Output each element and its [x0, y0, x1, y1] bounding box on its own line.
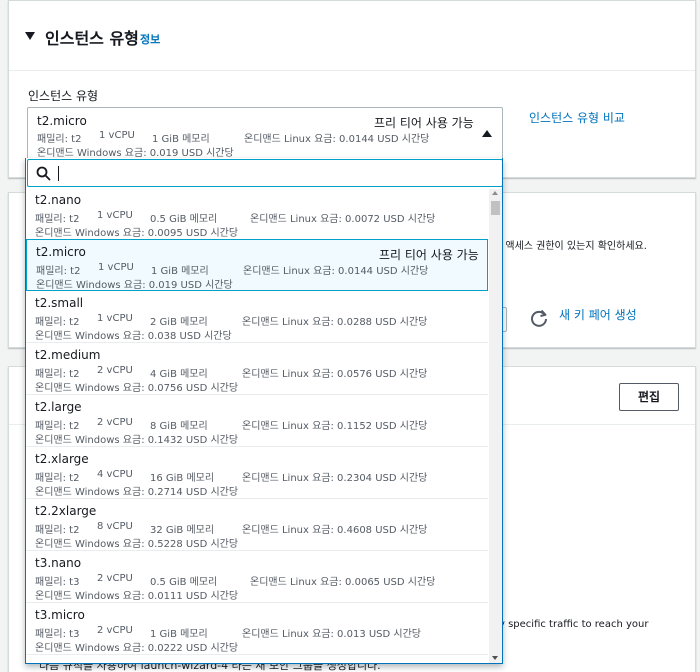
- option-family: 패밀리: t3: [35, 577, 80, 588]
- text-cursor: [58, 166, 59, 181]
- option-name: t2.2xlarge: [35, 504, 97, 518]
- search-icon: [36, 166, 51, 181]
- refresh-icon[interactable]: [528, 307, 550, 329]
- option-name: t2.micro: [36, 245, 86, 259]
- option-linux-price: 온디맨드 Linux 요금: 0.0288 USD 시간당: [242, 317, 428, 328]
- info-link[interactable]: 정보: [140, 31, 160, 47]
- option-memory: 1 GiB 메모리: [150, 629, 208, 640]
- free-tier-label: 프리 티어 사용 가능: [374, 116, 474, 130]
- option-vcpu: 2 vCPU: [97, 365, 133, 376]
- instance-option-t2-large[interactable]: t2.large 패밀리: t2 2 vCPU 8 GiB 메모리 온디맨드 Linux…: [26, 395, 488, 447]
- option-vcpu: 1 vCPU: [97, 313, 133, 324]
- collapse-caret-icon[interactable]: [25, 32, 35, 40]
- instance-type-panel: 인스턴스 유형 정보 인스턴스 유형 t2.micro 프리 티어 사용 가능 …: [8, 0, 696, 178]
- option-vcpu: 1 vCPU: [98, 262, 134, 273]
- option-name: t2.medium: [35, 348, 101, 362]
- option-linux-price: 온디맨드 Linux 요금: 0.0576 USD 시간당: [242, 369, 428, 380]
- network-description: y specific traffic to reach your: [499, 619, 649, 630]
- option-name: t3.nano: [35, 556, 82, 570]
- selected-linux-price: 온디맨드 Linux 요금: 0.0144 USD 시간당: [244, 134, 430, 145]
- option-memory: 2 GiB 메모리: [150, 317, 208, 328]
- option-windows-price: 온디맨드 Windows 요금: 0.1432 USD 시간당: [35, 435, 239, 446]
- free-tier-label: 프리 티어 사용 가능: [379, 248, 479, 262]
- instance-option-t2-nano[interactable]: t2.nano 패밀리: t2 1 vCPU 0.5 GiB 메모리 온디맨드 Linu…: [26, 188, 488, 240]
- edit-button[interactable]: 편집: [619, 383, 679, 411]
- instance-type-label: 인스턴스 유형: [28, 89, 99, 103]
- option-family: 패밀리: t2: [35, 214, 80, 225]
- option-linux-price: 온디맨드 Linux 요금: 0.4608 USD 시간당: [242, 525, 428, 536]
- option-name: t3.micro: [35, 608, 85, 622]
- option-windows-price: 온디맨드 Windows 요금: 0.0111 USD 시간당: [35, 591, 239, 602]
- instance-search-input[interactable]: [27, 159, 502, 187]
- option-windows-price: 온디맨드 Windows 요금: 0.2714 USD 시간당: [35, 487, 239, 498]
- instance-option-t3-micro[interactable]: t3.micro 패밀리: t3 2 vCPU 1 GiB 메모리 온디맨드 Linux…: [26, 603, 488, 655]
- option-family: 패밀리: t2: [35, 421, 80, 432]
- option-memory: 0.5 GiB 메모리: [150, 577, 218, 588]
- selected-instance-name: t2.micro: [37, 114, 87, 128]
- instance-option-t2-2xlarge[interactable]: t2.2xlarge 패밀리: t2 8 vCPU 32 GiB 메모리 온디맨드 Li…: [26, 499, 488, 551]
- selected-memory: 1 GiB 메모리: [152, 134, 210, 145]
- option-windows-price: 온디맨드 Windows 요금: 0.0222 USD 시간당: [35, 643, 239, 654]
- option-family: 패밀리: t2: [35, 473, 80, 484]
- instance-option-t2-medium[interactable]: t2.medium 패밀리: t2 2 vCPU 4 GiB 메모리 온디맨드 Linu…: [26, 343, 488, 395]
- option-windows-price: 온디맨드 Windows 요금: 0.038 USD 시간당: [35, 331, 232, 342]
- selected-family: 패밀리: t2: [37, 134, 82, 145]
- option-vcpu: 1 vCPU: [97, 210, 133, 221]
- caret-up-icon[interactable]: [482, 130, 492, 137]
- option-memory: 32 GiB 메모리: [150, 525, 215, 536]
- create-key-pair-link[interactable]: 새 키 페어 생성: [559, 306, 637, 323]
- option-linux-price: 온디맨드 Linux 요금: 0.013 USD 시간당: [242, 629, 422, 640]
- option-name: t2.nano: [35, 193, 82, 207]
- key-pair-description: 한 액세스 권한이 있는지 확인하세요.: [493, 241, 647, 252]
- option-family: 패밀리: t3: [35, 629, 80, 640]
- option-linux-price: 온디맨드 Linux 요금: 0.0065 USD 시간당: [250, 577, 436, 588]
- option-linux-price: 온디맨드 Linux 요금: 0.2304 USD 시간당: [242, 473, 428, 484]
- panel-header: 인스턴스 유형 정보: [9, 1, 695, 71]
- option-windows-price: 온디맨드 Windows 요금: 0.0095 USD 시간당: [35, 228, 239, 239]
- scroll-up-icon[interactable]: [492, 191, 498, 195]
- instance-type-select[interactable]: t2.micro 프리 티어 사용 가능 패밀리: t2 1 vCPU 1 Gi…: [27, 107, 503, 159]
- option-memory: 4 GiB 메모리: [150, 369, 208, 380]
- compare-instance-types-link[interactable]: 인스턴스 유형 비교: [529, 109, 625, 126]
- option-memory: 16 GiB 메모리: [150, 473, 215, 484]
- option-family: 패밀리: t2: [35, 525, 80, 536]
- option-family: 패밀리: t2: [36, 266, 81, 277]
- instance-option-t2-micro[interactable]: t2.micro 프리 티어 사용 가능패밀리: t2 1 vCPU 1 GiB 메모…: [26, 239, 488, 291]
- option-family: 패밀리: t2: [35, 317, 80, 328]
- option-linux-price: 온디맨드 Linux 요금: 0.1152 USD 시간당: [242, 421, 428, 432]
- instance-option-t3-nano[interactable]: t3.nano 패밀리: t3 2 vCPU 0.5 GiB 메모리 온디맨드 Linu…: [26, 551, 488, 603]
- option-name: t2.small: [35, 296, 84, 310]
- option-vcpu: 2 vCPU: [97, 625, 133, 636]
- option-memory: 1 GiB 메모리: [151, 266, 209, 277]
- scrollbar[interactable]: [489, 189, 502, 663]
- instance-option-t2-small[interactable]: t2.small 패밀리: t2 1 vCPU 2 GiB 메모리 온디맨드 Linux…: [26, 291, 488, 343]
- instance-option-t2-xlarge[interactable]: t2.xlarge 패밀리: t2 4 vCPU 16 GiB 메모리 온디맨드 Lin…: [26, 447, 488, 499]
- option-memory: 0.5 GiB 메모리: [150, 214, 218, 225]
- selected-vcpu: 1 vCPU: [99, 130, 135, 141]
- section-title: 인스턴스 유형: [45, 29, 139, 48]
- option-windows-price: 온디맨드 Windows 요금: 0.5228 USD 시간당: [35, 539, 239, 550]
- option-name: t2.xlarge: [35, 452, 89, 466]
- option-linux-price: 온디맨드 Linux 요금: 0.0144 USD 시간당: [243, 266, 429, 277]
- option-name: t2.large: [35, 400, 82, 414]
- option-vcpu: 2 vCPU: [97, 573, 133, 584]
- option-vcpu: 8 vCPU: [97, 521, 133, 532]
- scroll-down-icon[interactable]: [492, 656, 498, 660]
- option-windows-price: 온디맨드 Windows 요금: 0.019 USD 시간당: [36, 280, 233, 291]
- selected-windows-price: 온디맨드 Windows 요금: 0.019 USD 시간당: [37, 148, 234, 159]
- option-vcpu: 4 vCPU: [97, 469, 133, 480]
- option-memory: 8 GiB 메모리: [150, 421, 208, 432]
- option-family: 패밀리: t2: [35, 369, 80, 380]
- instance-type-dropdown: t2.nano 패밀리: t2 1 vCPU 0.5 GiB 메모리 온디맨드 Linu…: [25, 158, 503, 664]
- option-vcpu: 2 vCPU: [97, 417, 133, 428]
- option-windows-price: 온디맨드 Windows 요금: 0.0756 USD 시간당: [35, 383, 239, 394]
- scroll-thumb[interactable]: [491, 201, 500, 215]
- option-linux-price: 온디맨드 Linux 요금: 0.0072 USD 시간당: [250, 214, 436, 225]
